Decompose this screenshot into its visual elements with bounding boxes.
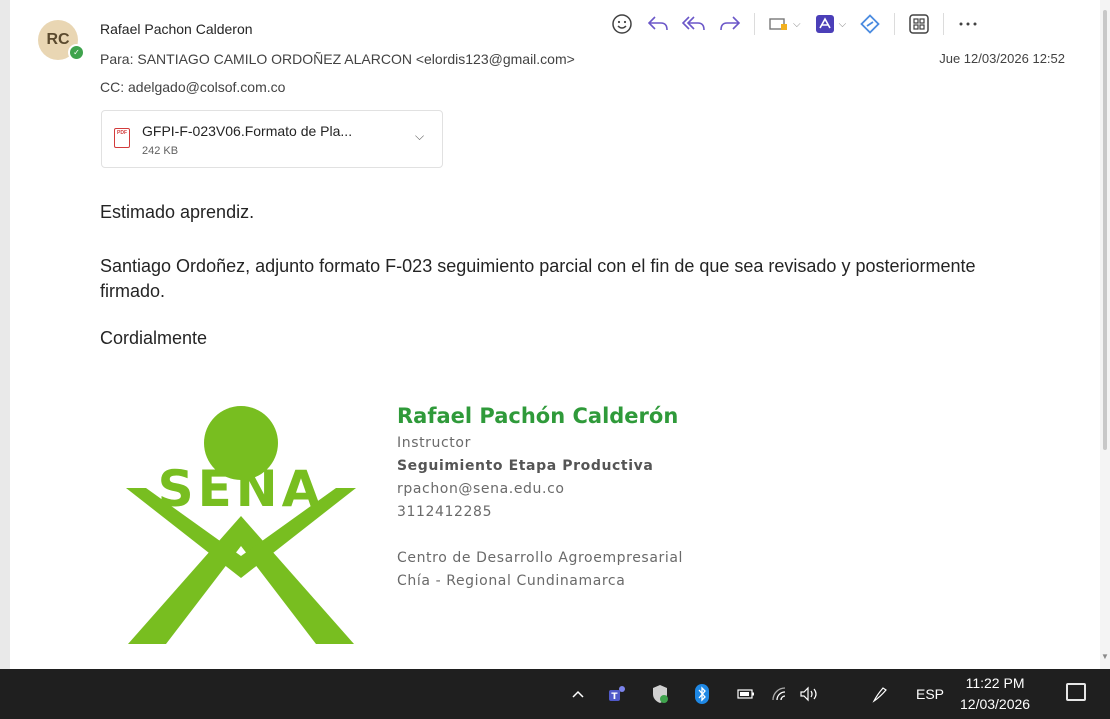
signature-role: Instructor [397,435,471,451]
pdf-file-icon: PDF [114,128,130,148]
calendar-chevron-down-icon[interactable]: ⌵ [793,19,801,30]
toolbar-divider [754,13,755,35]
sender-name[interactable]: Rafael Pachon Calderon [100,21,253,37]
windows-security-icon[interactable] [648,669,672,719]
recipient-line: Para: SANTIAGO CAMILO ORDOÑEZ ALARCON <e… [100,51,575,67]
scrollbar-thumb[interactable] [1103,10,1107,450]
signature-center: Centro de Desarrollo Agroempresarial [397,550,684,566]
message-toolbar: ⌵ ⌵ [608,10,990,38]
adobe-chevron-down-icon[interactable]: ⌵ [839,19,847,30]
wifi-icon[interactable] [768,669,792,719]
signature-email[interactable]: rpachon@sena.edu.co [397,478,683,501]
signature-location: Chía - Regional Cundinamarca [397,573,626,589]
to-recipient[interactable]: SANTIAGO CAMILO ORDOÑEZ ALARCON <elordis… [137,51,574,67]
signature-area: Seguimiento Etapa Productiva [397,458,654,474]
volume-icon[interactable] [796,669,824,719]
attachment-chevron-down-icon[interactable]: ⌵ [415,129,424,144]
attachment-card[interactable]: PDF GFPI-F-023V06.Formato de Pla... 242 … [101,110,443,168]
sena-logo: SENA [126,406,356,644]
teams-icon[interactable]: T [606,669,630,719]
more-icon[interactable] [954,10,982,38]
signature-phone: 3112412285 [397,504,493,520]
clock-date: 12/03/2026 [960,696,1031,712]
windows-taskbar: T ESP 11:22 PM 12/03/2026 [0,669,1110,719]
body-closing: Cordialmente [100,328,208,348]
loop-icon[interactable] [856,10,884,38]
attachment-file-name: GFPI-F-023V06.Formato de Pla... [142,123,353,139]
taskbar-clock[interactable]: 11:22 PM 12/03/2026 [960,673,1030,715]
scroll-down-arrow-icon[interactable]: ▼ [1101,652,1109,661]
reply-all-icon[interactable] [680,10,708,38]
attachment-file-size: 242 KB [142,145,179,157]
forward-icon[interactable] [716,10,744,38]
adobe-pdf-icon[interactable] [811,10,839,38]
sent-date: Jue 12/03/2026 12:52 [939,51,1065,66]
reply-icon[interactable] [644,10,672,38]
add-to-calendar-icon[interactable] [765,10,793,38]
show-hidden-icons-chevron-icon[interactable] [566,669,590,719]
sena-logo-text: SENA [158,460,325,518]
email-signature: Rafael Pachón Calderón Instructor Seguim… [397,404,683,593]
body-paragraph: Santiago Ordoñez, adjunto formato F-023 … [100,256,976,301]
cc-recipient[interactable]: adelgado@colsof.com.co [128,79,285,95]
battery-icon[interactable] [734,669,758,719]
signature-name: Rafael Pachón Calderón [397,404,679,428]
cc-line: CC: adelgado@colsof.com.co [100,79,285,95]
to-label: Para: [100,51,134,67]
emoji-icon[interactable] [608,10,636,38]
presence-available-icon: ✓ [68,44,85,61]
bluetooth-icon[interactable] [690,669,714,719]
apps-icon[interactable] [905,10,933,38]
language-indicator[interactable]: ESP [912,669,948,719]
body-greeting: Estimado aprendiz. [100,202,255,222]
svg-text:T: T [611,692,618,702]
cc-label: CC: [100,79,125,95]
notifications-icon[interactable] [1066,683,1086,701]
toolbar-divider [894,13,896,35]
toolbar-divider [943,13,945,35]
vertical-scrollbar[interactable]: ▼ [1100,0,1110,669]
avatar-initials: RC [46,31,70,48]
clock-time: 11:22 PM [965,675,1025,691]
pen-icon[interactable] [868,669,892,719]
